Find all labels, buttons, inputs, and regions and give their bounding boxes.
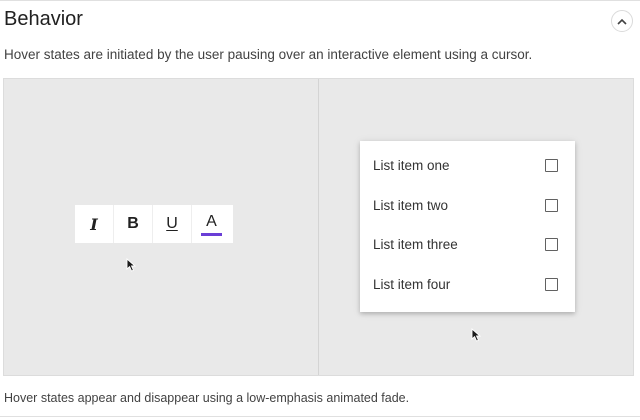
italic-icon: I [90, 214, 98, 234]
text-format-toolbar: I B U A [75, 205, 233, 243]
checkbox[interactable] [545, 278, 558, 291]
bold-button[interactable]: B [114, 205, 153, 243]
checkbox[interactable] [545, 199, 558, 212]
checkbox[interactable] [545, 238, 558, 251]
list-item[interactable]: List item four [360, 265, 575, 305]
cursor-pointer-icon [126, 258, 137, 272]
list-menu: List item one List item two List item th… [360, 141, 575, 312]
list-item[interactable]: List item one [360, 146, 575, 186]
demo-area: I B U A List item one List item two List… [3, 78, 634, 376]
bottom-divider [0, 416, 640, 417]
top-divider [0, 0, 640, 1]
text-color-swatch [201, 233, 222, 236]
footnote: Hover states appear and disappear using … [4, 391, 410, 405]
underline-icon: U [166, 215, 178, 232]
list-item-label: List item one [373, 158, 450, 173]
section-title: Behavior [4, 8, 83, 30]
cursor-pointer-icon [471, 328, 482, 342]
section-description: Hover states are initiated by the user p… [4, 47, 533, 62]
list-item-label: List item two [373, 198, 449, 213]
list-item[interactable]: List item two [360, 186, 575, 226]
text-color-button[interactable]: A [192, 205, 231, 243]
underline-button[interactable]: U [153, 205, 192, 243]
bold-icon: B [127, 215, 139, 232]
italic-button[interactable]: I [75, 205, 114, 243]
list-item[interactable]: List item three [360, 225, 575, 265]
checkbox[interactable] [545, 159, 558, 172]
demo-divider [318, 79, 319, 375]
chevron-up-icon [617, 18, 627, 25]
list-item-label: List item three [373, 237, 458, 252]
text-color-icon: A [206, 213, 217, 230]
collapse-button[interactable] [611, 10, 633, 32]
list-item-label: List item four [373, 277, 451, 292]
